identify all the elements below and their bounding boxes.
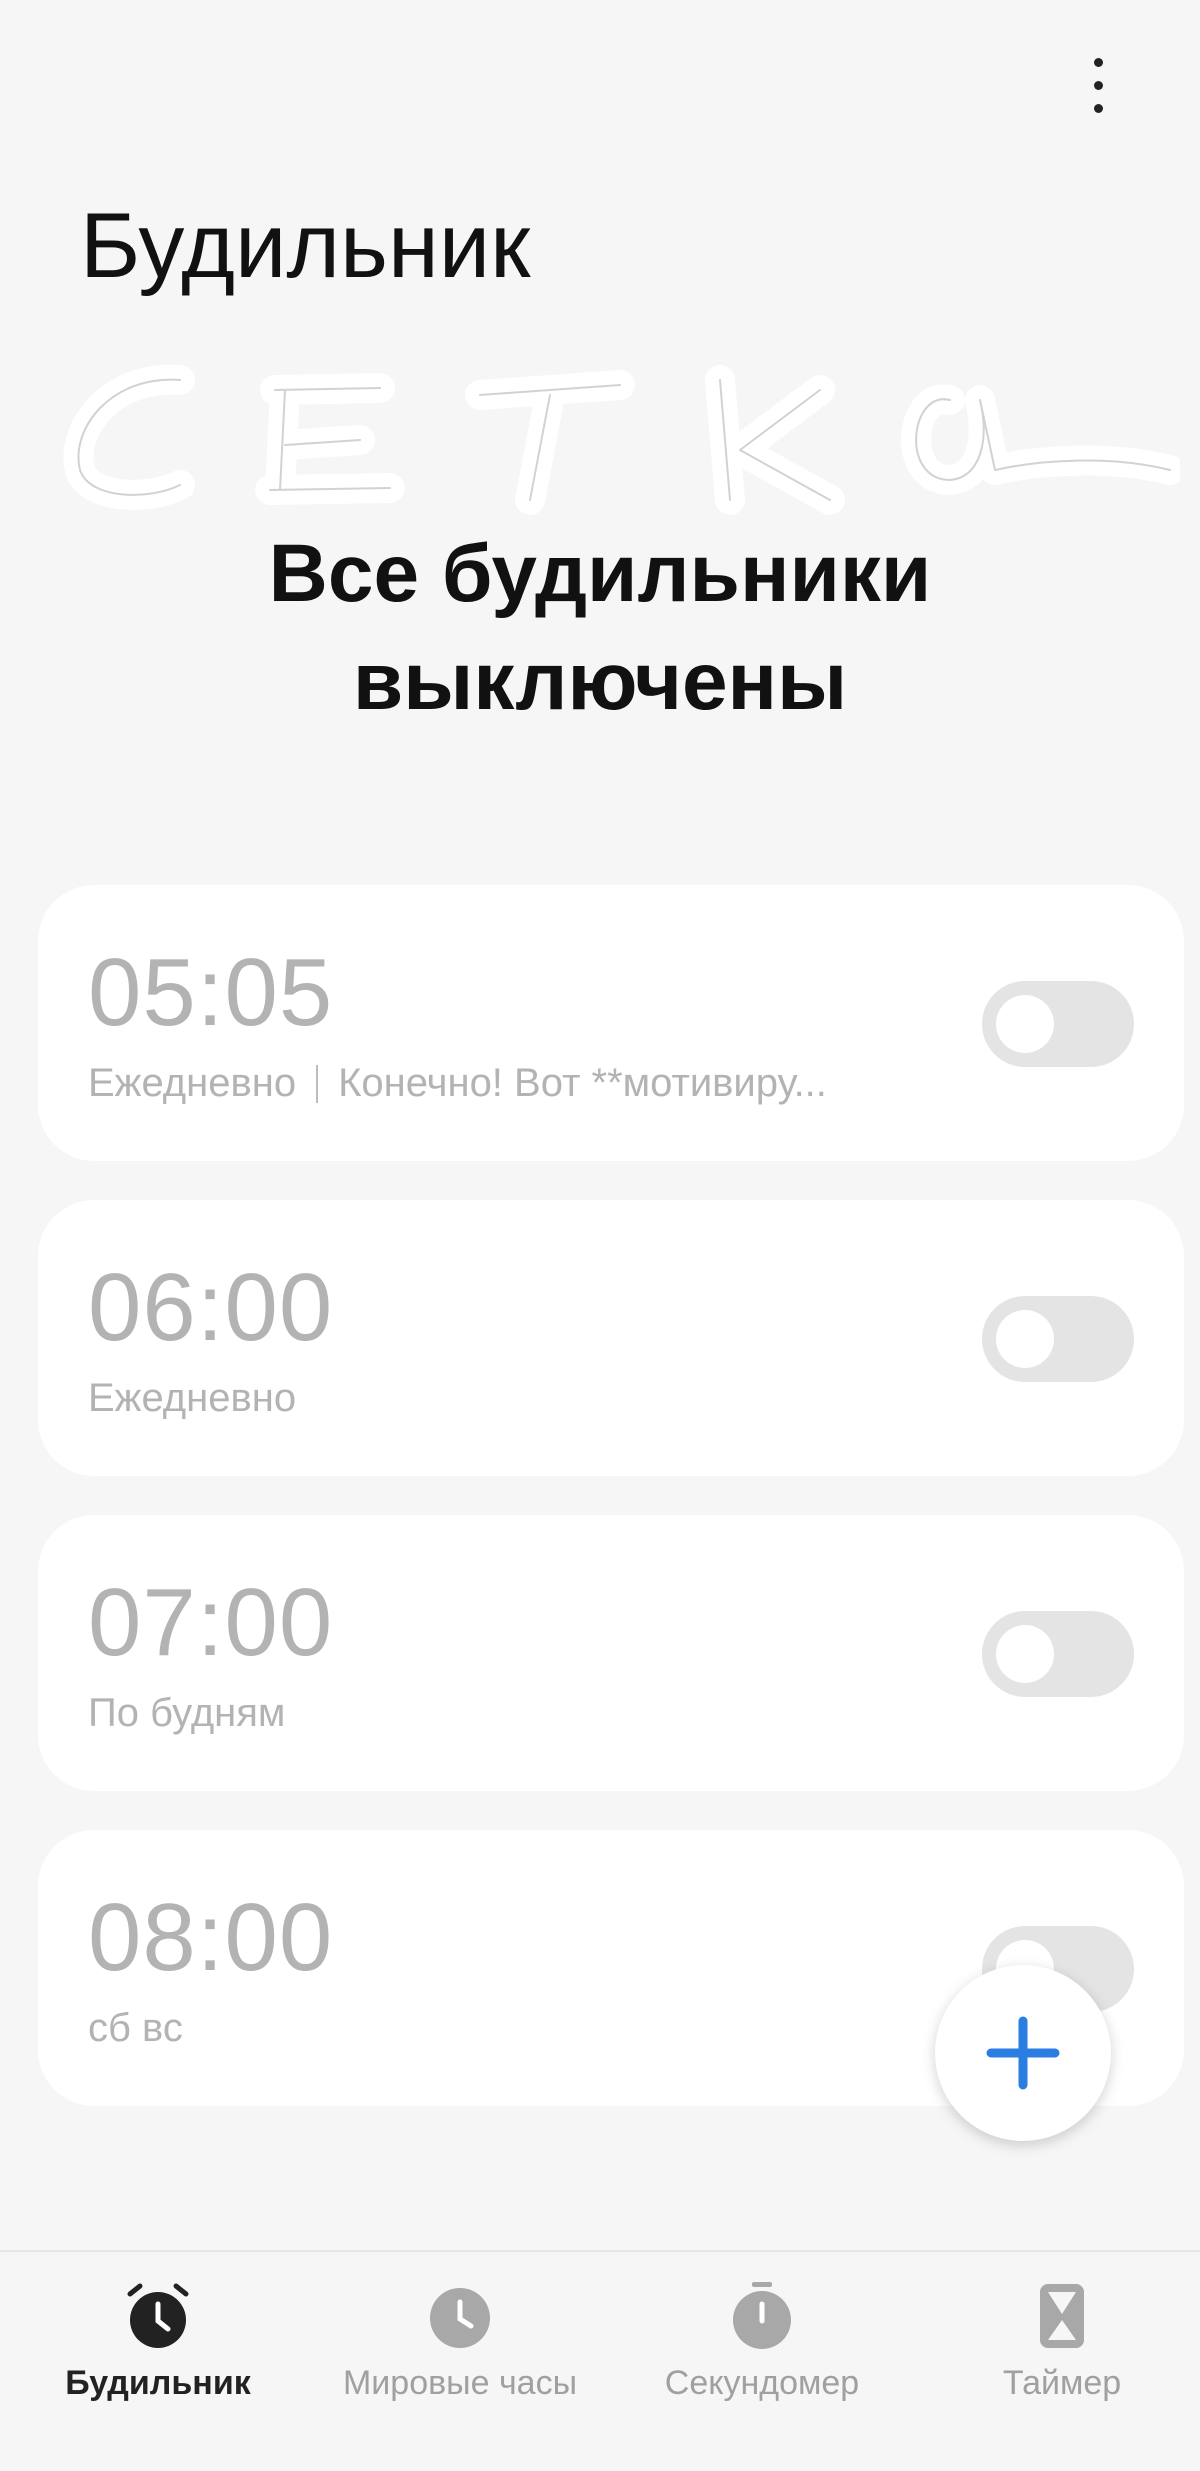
more-options-button[interactable]	[1060, 40, 1136, 130]
more-vertical-icon	[1093, 57, 1103, 67]
nav-tab-stopwatch[interactable]: Секундомер	[612, 2252, 912, 2471]
alarms-status-heading: Все будильники выключены	[0, 520, 1200, 736]
nav-label: Мировые часы	[342, 2364, 578, 2402]
alarm-time: 05:05	[88, 939, 334, 1046]
more-vertical-icon-dot	[1093, 103, 1103, 113]
alarm-screen: Будильник Все будильники выключены 05:05…	[0, 0, 1200, 2471]
nav-label: Секундомер	[664, 2364, 860, 2402]
nav-label: Будильник	[65, 2364, 251, 2402]
alarm-repeat: сб вс	[88, 2006, 183, 2050]
add-alarm-button[interactable]	[935, 1965, 1111, 2141]
alarm-toggle[interactable]	[982, 981, 1134, 1067]
alarm-details: Ежедневно Конечно! Вот **мотивиру...	[88, 1061, 827, 1106]
nav-tab-alarm[interactable]: Будильник	[8, 2252, 308, 2471]
status-line-2: выключены	[352, 636, 848, 728]
nav-tab-timer[interactable]: Таймер	[912, 2252, 1200, 2471]
separator	[316, 1064, 319, 1103]
alarm-card[interactable]: 06:00 Ежедневно	[38, 1200, 1184, 1476]
toggle-knob	[996, 995, 1054, 1053]
nav-label: Таймер	[1002, 2364, 1122, 2402]
alarm-label: Конечно! Вот **мотивиру...	[338, 1061, 827, 1105]
more-vertical-icon-dot	[1093, 80, 1103, 90]
alarm-repeat: Ежедневно	[88, 1376, 297, 1420]
alarm-repeat: Ежедневно	[88, 1061, 297, 1105]
alarm-card[interactable]: 07:00 По будням	[38, 1515, 1184, 1791]
alarm-clock-icon	[127, 2283, 189, 2348]
page-title: Будильник	[80, 195, 531, 297]
watermark-logo	[63, 364, 1180, 515]
toggle-knob	[996, 1625, 1054, 1683]
bottom-navigation: Будильник Мировые часы Секундомер Таймер	[0, 2250, 1200, 2471]
alarm-details: Ежедневно	[88, 1376, 296, 1421]
alarm-time: 07:00	[88, 1569, 334, 1676]
alarm-details: сб вс	[88, 2006, 183, 2051]
toggle-knob	[996, 1310, 1054, 1368]
plus-icon	[986, 2016, 1060, 2090]
alarm-repeat: По будням	[88, 1691, 286, 1735]
world-clock-icon	[430, 2288, 490, 2348]
nav-tab-world-clock[interactable]: Мировые часы	[310, 2252, 610, 2471]
alarm-time: 08:00	[88, 1884, 334, 1991]
alarm-card[interactable]: 05:05 Ежедневно Конечно! Вот **мотивиру.…	[38, 885, 1184, 1161]
status-line-1: Все будильники	[268, 528, 932, 619]
alarm-details: По будням	[88, 1691, 285, 1736]
alarm-toggle[interactable]	[982, 1611, 1134, 1697]
stopwatch-icon	[733, 2282, 791, 2349]
hourglass-icon	[1040, 2284, 1084, 2348]
alarm-time: 06:00	[88, 1254, 334, 1361]
alarm-toggle[interactable]	[982, 1296, 1134, 1382]
